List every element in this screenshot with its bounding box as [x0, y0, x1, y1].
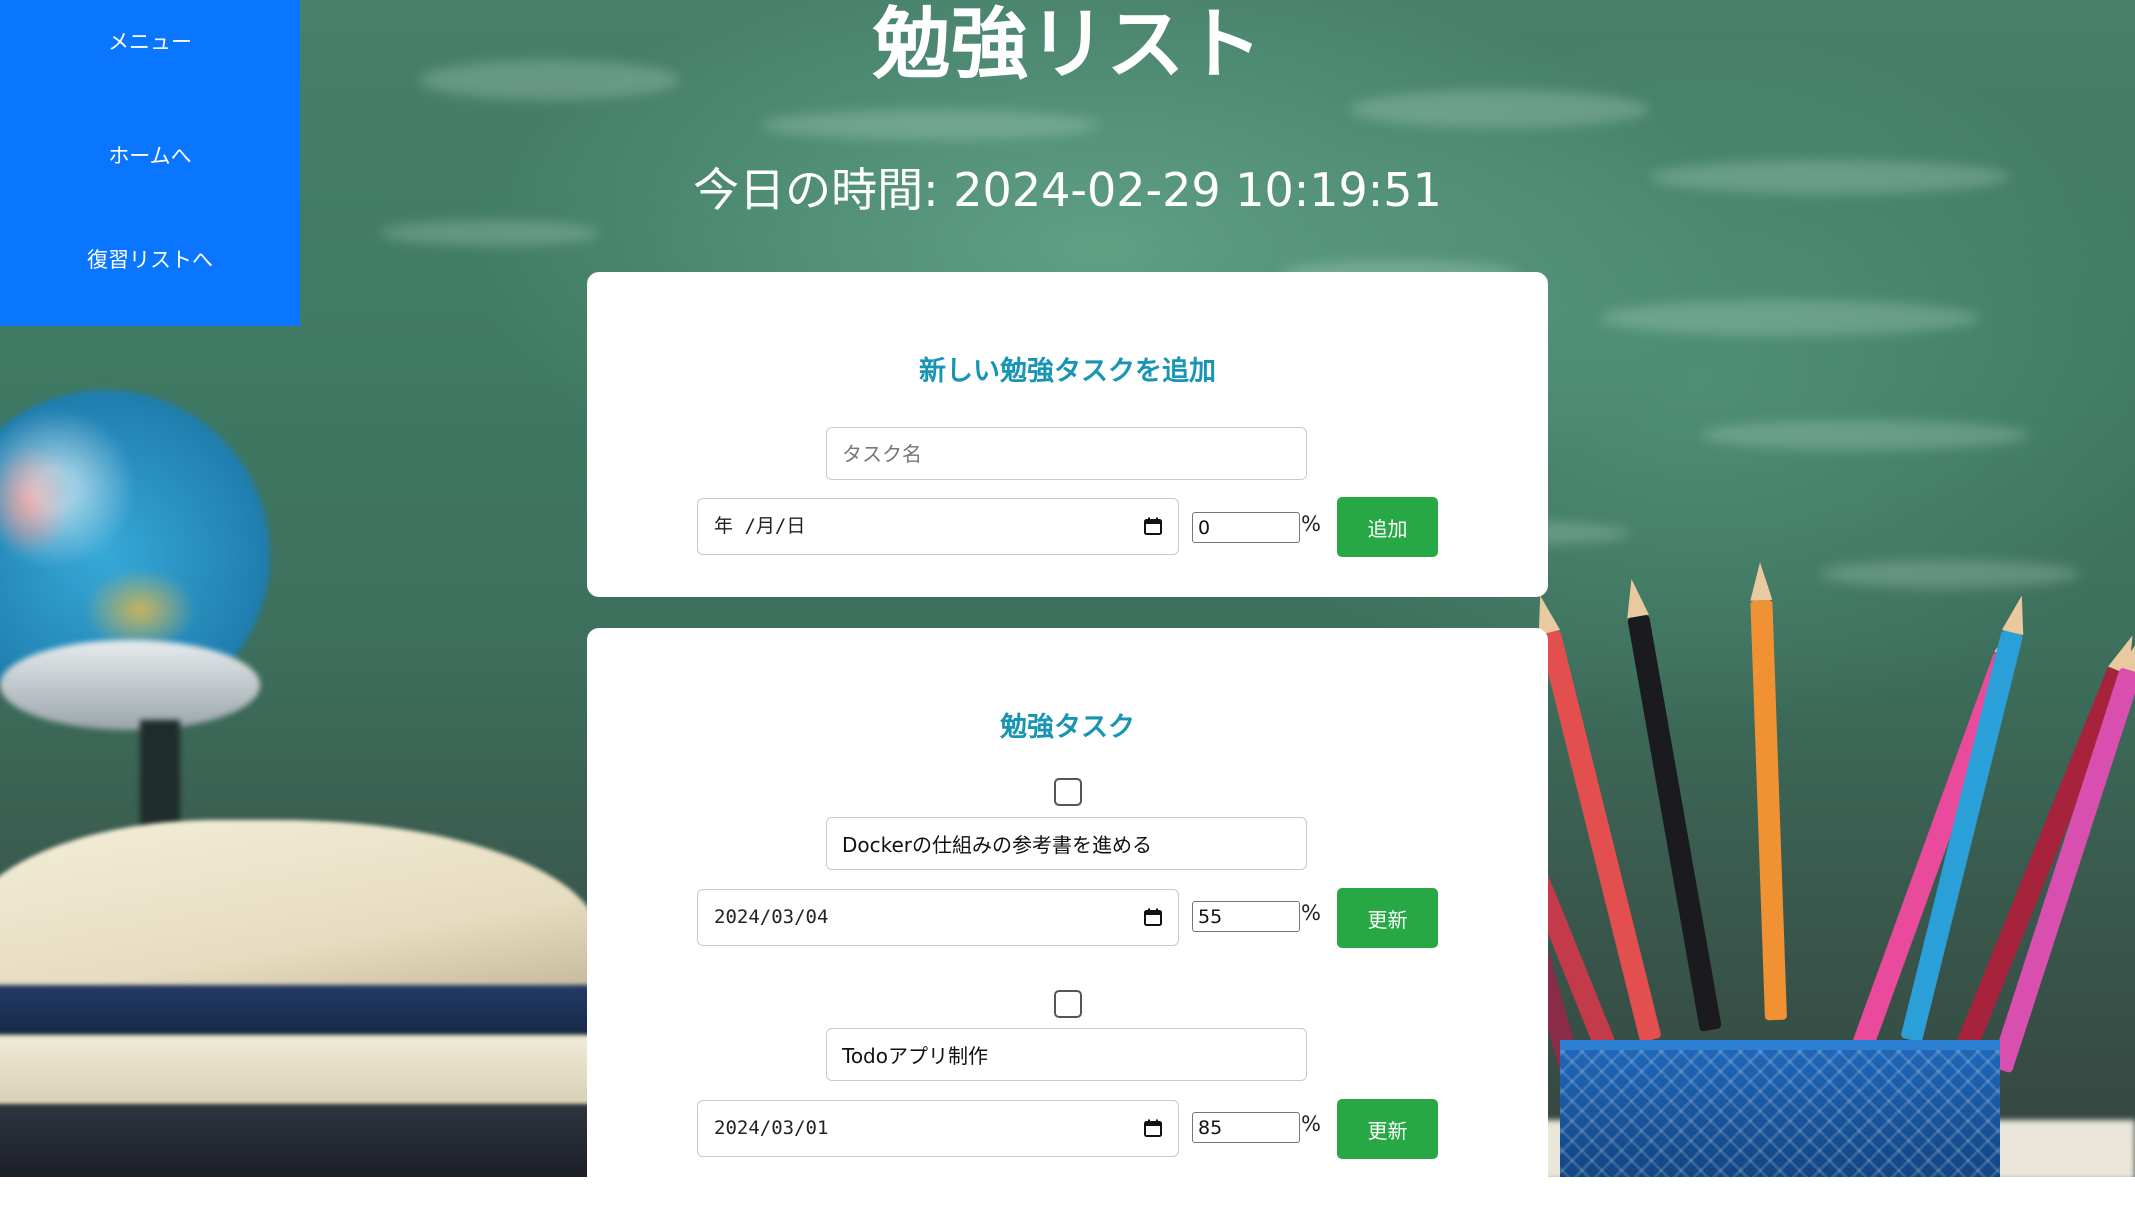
sidebar-item-home[interactable]: ホームへ	[0, 140, 300, 170]
current-time-display: 今日の時間: 2024-02-29 10:19:51	[0, 158, 2135, 222]
add-task-button[interactable]: 追加	[1337, 497, 1438, 557]
progress-input[interactable]	[1192, 512, 1300, 543]
task-name-field[interactable]	[826, 1028, 1307, 1081]
percent-sign: %	[1301, 1112, 1321, 1136]
task-progress-input[interactable]	[1192, 901, 1300, 932]
task-name-field[interactable]	[826, 817, 1307, 870]
task-list-title: 勉強タスク	[1000, 712, 1135, 743]
calendar-icon[interactable]	[1144, 908, 1162, 926]
task-list-card: 勉強タスク 2024/03/04 % 更新 2024/03/01	[587, 628, 1548, 1228]
clock-label: 今日の時間:	[693, 163, 939, 217]
page-title: 勉強リスト	[872, 0, 1263, 90]
sidebar-item-review-list[interactable]: 復習リストへ	[0, 244, 300, 274]
task-due-date-input[interactable]: 2024/03/04	[697, 889, 1179, 946]
task-complete-checkbox[interactable]	[1054, 990, 1082, 1018]
pencil-cup-image	[1560, 1040, 2000, 1177]
date-placeholder: 年 /月/日	[714, 515, 806, 537]
sidebar-menu: メニュー ホームへ 復習リストへ	[0, 0, 300, 326]
task-date-value: 2024/03/04	[714, 906, 829, 928]
task-name-input[interactable]	[826, 427, 1307, 480]
calendar-icon[interactable]	[1144, 517, 1162, 535]
sidebar-item-menu[interactable]: メニュー	[0, 26, 300, 56]
add-task-card: 新しい勉強タスクを追加 年 /月/日 % 追加	[587, 272, 1548, 597]
task-due-date-input[interactable]: 2024/03/01	[697, 1100, 1179, 1157]
add-task-title: 新しい勉強タスクを追加	[919, 356, 1216, 387]
task-progress-input[interactable]	[1192, 1112, 1300, 1143]
percent-sign: %	[1301, 901, 1321, 925]
clock-value: 2024-02-29 10:19:51	[953, 163, 1442, 217]
due-date-input[interactable]: 年 /月/日	[697, 498, 1179, 555]
update-task-button[interactable]: 更新	[1337, 888, 1438, 948]
percent-sign: %	[1301, 512, 1321, 536]
calendar-icon[interactable]	[1144, 1119, 1162, 1137]
update-task-button[interactable]: 更新	[1337, 1099, 1438, 1159]
task-complete-checkbox[interactable]	[1054, 778, 1082, 806]
task-date-value: 2024/03/01	[714, 1117, 829, 1139]
